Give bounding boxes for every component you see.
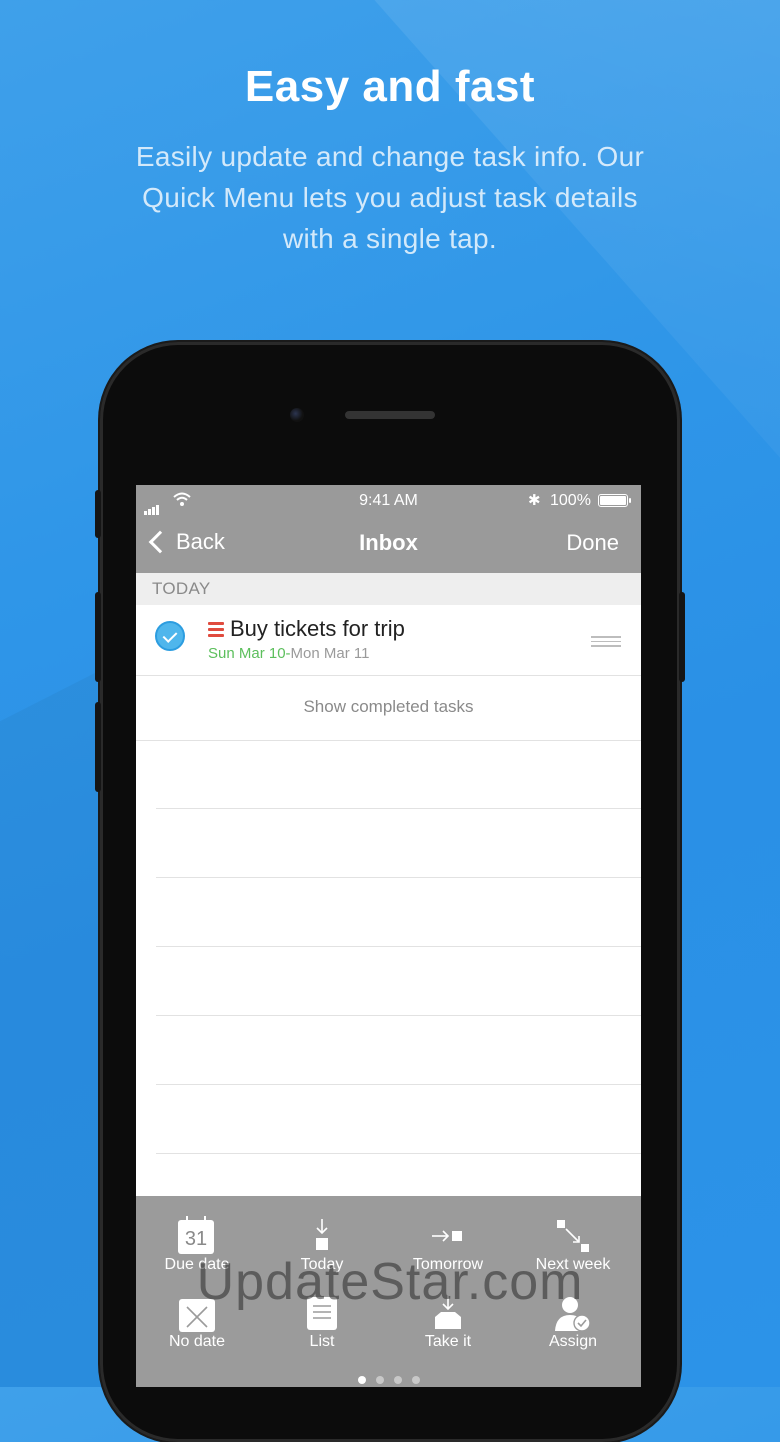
arrow-down-to-square-icon bbox=[267, 1218, 377, 1254]
empty-row-divider bbox=[156, 1084, 641, 1085]
battery-icon bbox=[598, 494, 631, 507]
phone-power-button bbox=[679, 592, 685, 682]
phone-volume-up bbox=[95, 592, 101, 682]
quick-label: Assign bbox=[548, 1333, 598, 1350]
page-title: Inbox bbox=[359, 530, 418, 555]
task-end-date: Mon Mar 11 bbox=[290, 645, 370, 662]
priority-high-icon bbox=[208, 622, 224, 638]
empty-row-divider bbox=[156, 877, 641, 878]
empty-row-divider bbox=[156, 946, 641, 947]
quick-label: Take it bbox=[424, 1333, 472, 1350]
section-header-today: TODAY bbox=[136, 573, 641, 605]
page-dot[interactable] bbox=[375, 1376, 384, 1384]
task-checkbox[interactable] bbox=[155, 621, 185, 651]
done-button[interactable]: Done bbox=[566, 530, 619, 556]
show-completed-button[interactable]: Show completed tasks bbox=[136, 676, 641, 741]
phone-silent-switch bbox=[95, 490, 101, 538]
empty-row-divider bbox=[156, 808, 641, 809]
status-bar: 9:41 AM ✱ 100% bbox=[136, 485, 641, 517]
promo-headline: Easy and fast bbox=[244, 62, 536, 111]
page-dot-active[interactable] bbox=[357, 1376, 366, 1384]
drag-handle-icon[interactable] bbox=[591, 636, 621, 650]
quick-label: No date bbox=[168, 1333, 226, 1350]
arrow-right-to-square-icon bbox=[393, 1218, 503, 1254]
quick-label: List bbox=[309, 1333, 335, 1350]
diagonal-arrows-icon bbox=[518, 1218, 628, 1254]
navigation-bar: Back Inbox Done bbox=[136, 517, 641, 573]
page-dot[interactable] bbox=[393, 1376, 402, 1384]
empty-row-divider bbox=[156, 1153, 641, 1154]
task-row[interactable]: Buy tickets for trip Sun Mar 10-Mon Mar … bbox=[136, 605, 641, 676]
watermark: UpdateStar.com bbox=[196, 1253, 584, 1311]
task-start-date: Sun Mar 10 bbox=[208, 645, 286, 662]
earpiece-speaker bbox=[345, 411, 435, 419]
empty-row-divider bbox=[156, 1015, 641, 1016]
bluetooth-icon: ✱ bbox=[528, 492, 541, 509]
calendar-icon: 31 bbox=[178, 1216, 214, 1254]
front-camera bbox=[290, 408, 304, 422]
phone-volume-down bbox=[95, 702, 101, 792]
task-dates: Sun Mar 10-Mon Mar 11 bbox=[208, 645, 369, 662]
promo-subline: Easily update and change task info. Our … bbox=[135, 141, 645, 254]
battery-percent: 100% bbox=[550, 492, 591, 509]
page-dot[interactable] bbox=[411, 1376, 420, 1384]
task-title: Buy tickets for trip bbox=[230, 616, 405, 641]
page-indicator[interactable] bbox=[136, 1371, 641, 1387]
calendar-icon-wrap: 31 bbox=[142, 1216, 252, 1254]
